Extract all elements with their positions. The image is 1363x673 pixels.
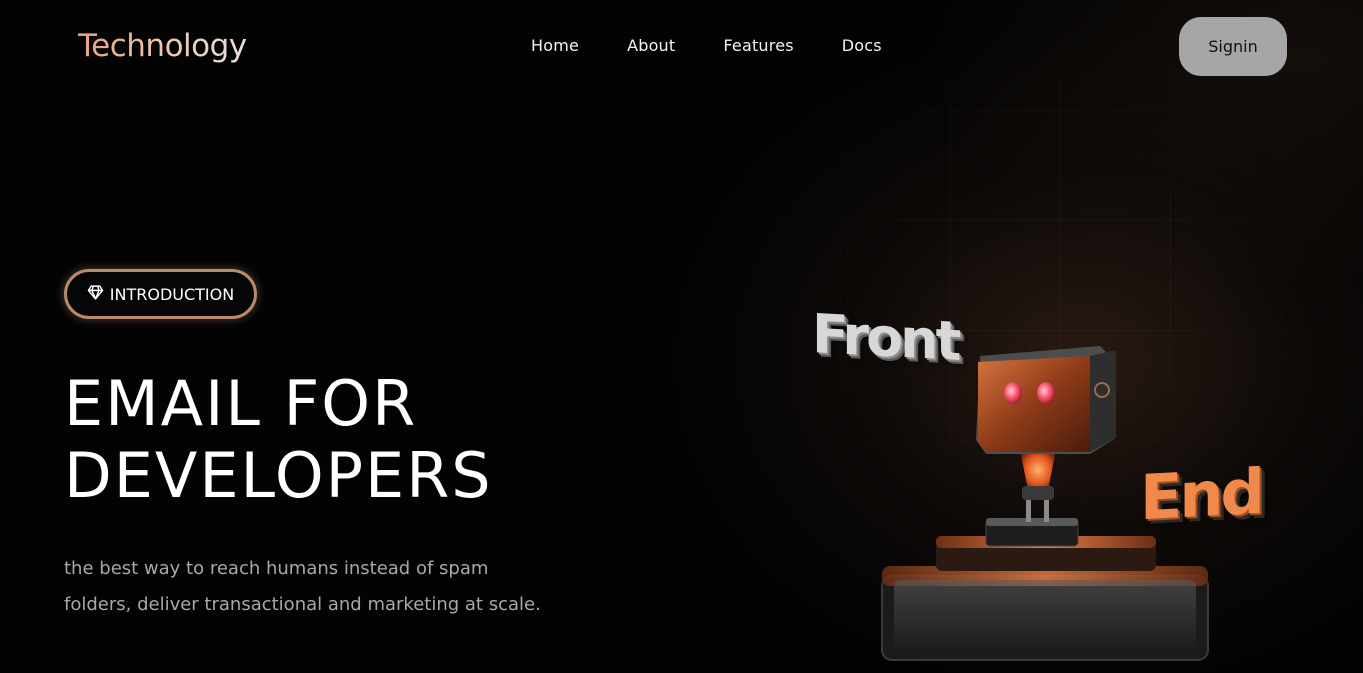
hero-title-line2: DEVELOPERS <box>64 439 493 512</box>
end-word: End <box>1140 454 1262 535</box>
diamond-icon <box>87 284 104 305</box>
hero-description: the best way to reach humans instead of … <box>64 558 541 615</box>
introduction-badge: INTRODUCTION <box>64 269 257 319</box>
signin-button[interactable]: Signin <box>1179 17 1287 76</box>
nav-link-features[interactable]: Features <box>723 36 793 55</box>
nav-link-home[interactable]: Home <box>531 36 579 55</box>
front-word: Front <box>812 302 959 373</box>
landing-page: Technology Home About Features Docs Sign… <box>0 0 1363 673</box>
site-logo[interactable]: Technology <box>78 28 247 64</box>
main-nav: Home About Features Docs <box>531 36 882 55</box>
nav-link-docs[interactable]: Docs <box>842 36 882 55</box>
badge-label: INTRODUCTION <box>109 284 235 304</box>
hero-title-line1: EMAIL FOR <box>64 367 418 440</box>
robot-illustration: Front End <box>790 290 1262 673</box>
nav-link-about[interactable]: About <box>627 36 675 55</box>
hero-title: EMAIL FOR DEVELOPERS <box>64 368 624 512</box>
